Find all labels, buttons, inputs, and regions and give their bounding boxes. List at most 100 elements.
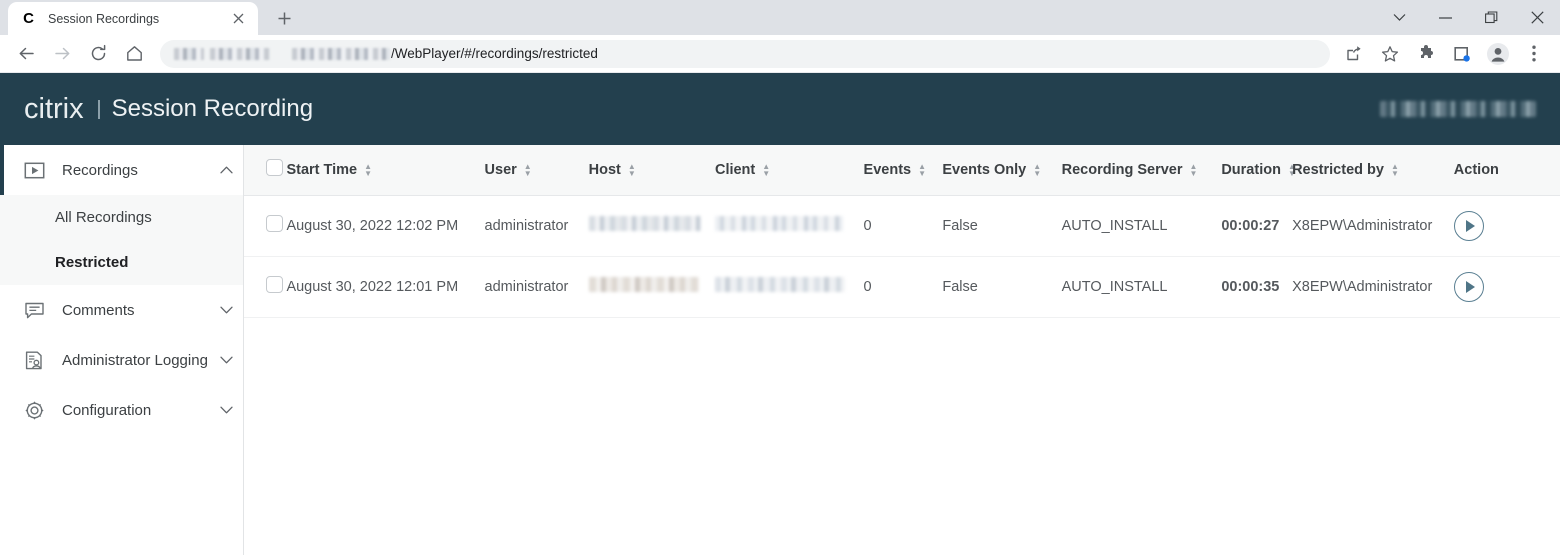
select-all-checkbox[interactable] [266, 159, 283, 177]
row-checkbox-cell [244, 195, 287, 257]
column-host-label: Host [588, 161, 621, 178]
gear-icon [24, 400, 50, 421]
sidebar-item-all-recordings[interactable]: All Recordings [0, 195, 243, 240]
sort-arrows-icon[interactable]: ▲ ▼ [1033, 162, 1041, 177]
column-events-label: Events [863, 161, 912, 178]
sidebar-item-administrator-logging-label: Administrator Logging [62, 351, 208, 369]
sidebar-item-restricted[interactable]: Restricted [0, 240, 243, 285]
row-checkbox[interactable] [266, 215, 283, 232]
tab-strip: C Session Recordings [0, 0, 1560, 35]
column-client[interactable]: Client ▲ ▼ [714, 145, 864, 196]
table-header: Start Time ▲ ▼ User ▲ ▼ Host ▲ ▼ Client … [244, 145, 1560, 196]
extensions-puzzle-icon[interactable] [1411, 39, 1441, 69]
browser-tab[interactable]: C Session Recordings [8, 2, 258, 35]
column-events-only-label: Events Only [942, 161, 1027, 178]
table-header-row: Start Time ▲ ▼ User ▲ ▼ Host ▲ ▼ Client … [244, 145, 1560, 196]
play-icon[interactable] [1453, 271, 1484, 302]
tab-search-chevron-down-icon[interactable] [1376, 0, 1422, 35]
bookmark-star-icon[interactable] [1375, 39, 1405, 69]
cell-restricted-by: X8EPW\Administrator [1292, 256, 1454, 318]
sidebar-item-restricted-label: Restricted [55, 254, 129, 271]
sidebar: Recordings All Recordings Restricted Com… [0, 145, 244, 555]
reload-icon[interactable] [83, 39, 113, 69]
column-events[interactable]: Events ▲ ▼ [863, 145, 943, 196]
sidebar-item-recordings-label: Recordings [62, 161, 138, 179]
brand: citrix Session Recording [0, 93, 420, 126]
cell-recording-server: AUTO_INSTALL [1061, 195, 1222, 257]
host-redacted-block [588, 277, 699, 292]
sort-arrows-icon[interactable]: ▲ ▼ [364, 162, 372, 177]
minimize-icon[interactable] [1422, 0, 1468, 35]
sidebar-item-comments[interactable]: Comments [0, 285, 243, 335]
new-tab-button[interactable] [270, 4, 298, 32]
chevron-down-icon[interactable] [209, 306, 243, 314]
url-redacted-host-part2 [210, 47, 270, 60]
sidebar-item-comments-label: Comments [62, 301, 135, 319]
address-bar[interactable]: /WebPlayer/#/recordings/restricted [160, 39, 1330, 68]
more-vertical-icon[interactable] [1519, 39, 1549, 69]
table-row[interactable]: August 30, 2022 12:01 PM administrator 0… [244, 256, 1560, 318]
column-events-only[interactable]: Events Only ▲ ▼ [942, 145, 1062, 196]
column-restricted-by[interactable]: Restricted by ▲ ▼ [1292, 145, 1454, 196]
cell-events: 0 [863, 195, 943, 257]
client-redacted-block [714, 277, 845, 292]
row-checkbox-cell [244, 256, 287, 318]
comment-bubble-icon [24, 300, 50, 321]
sidebar-item-recordings[interactable]: Recordings [0, 145, 243, 195]
column-action-label: Action [1453, 161, 1499, 178]
sort-arrows-icon[interactable]: ▲ ▼ [1391, 162, 1399, 177]
play-icon[interactable] [1453, 210, 1484, 241]
window-close-icon[interactable] [1514, 0, 1560, 35]
column-host[interactable]: Host ▲ ▼ [588, 145, 715, 196]
column-restricted-by-label: Restricted by [1292, 161, 1384, 178]
column-client-label: Client [714, 161, 756, 178]
column-user[interactable]: User ▲ ▼ [484, 145, 589, 196]
sort-arrows-icon[interactable]: ▲ ▼ [762, 162, 770, 177]
home-icon[interactable] [119, 39, 149, 69]
sidebar-item-configuration[interactable]: Configuration [0, 385, 243, 435]
sort-arrows-icon[interactable]: ▲ ▼ [1190, 162, 1198, 177]
recordings-play-icon [24, 160, 50, 181]
cell-duration: 00:00:35 [1221, 256, 1293, 318]
user-account-label-redacted[interactable] [1380, 101, 1536, 117]
column-recording-server[interactable]: Recording Server ▲ ▼ [1061, 145, 1222, 196]
column-action: Action [1453, 145, 1560, 196]
row-checkbox[interactable] [266, 276, 283, 293]
cell-user: administrator [484, 195, 589, 257]
restore-icon[interactable] [1468, 0, 1514, 35]
back-arrow-icon[interactable] [11, 39, 41, 69]
toolbar-icons [1336, 39, 1552, 69]
sort-arrows-icon[interactable]: ▲ ▼ [524, 162, 532, 177]
sidebar-item-administrator-logging[interactable]: Administrator Logging [0, 335, 243, 385]
sidebar-item-all-recordings-label: All Recordings [55, 209, 152, 226]
close-icon[interactable] [228, 9, 248, 29]
column-start-time[interactable]: Start Time ▲ ▼ [286, 145, 485, 196]
chevron-down-icon[interactable] [209, 406, 243, 414]
share-icon[interactable] [1339, 39, 1369, 69]
cell-host-redacted [588, 195, 715, 257]
citrix-logo: citrix [24, 92, 84, 125]
app-body: Recordings All Recordings Restricted Com… [0, 145, 1560, 555]
sort-arrows-icon[interactable]: ▲ ▼ [918, 162, 926, 177]
app-header: citrix Session Recording [0, 73, 1560, 210]
window-controls [1376, 0, 1560, 35]
collections-icon[interactable] [1447, 39, 1477, 69]
url-redacted-host-part3 [292, 47, 390, 60]
select-all-cell [244, 145, 287, 196]
chevron-up-icon[interactable] [209, 166, 243, 174]
column-duration[interactable]: Duration ▲ ▼ [1221, 145, 1296, 196]
sort-arrows-icon[interactable]: ▲ ▼ [628, 162, 636, 177]
cell-start-time: August 30, 2022 12:02 PM [286, 195, 485, 257]
chevron-down-icon[interactable] [209, 356, 243, 364]
column-recording-server-label: Recording Server [1061, 161, 1183, 178]
cell-client-redacted [714, 195, 864, 257]
column-start-time-label: Start Time [286, 161, 358, 178]
column-duration-label: Duration [1221, 161, 1281, 178]
admin-logging-icon [24, 350, 50, 371]
recordings-table: Start Time ▲ ▼ User ▲ ▼ Host ▲ ▼ Client … [244, 145, 1560, 318]
browser-window: C Session Recordings /WebPlayer/#/record… [0, 0, 1560, 555]
cell-start-time: August 30, 2022 12:01 PM [286, 256, 485, 318]
brand-separator [97, 99, 100, 119]
table-row[interactable]: August 30, 2022 12:02 PM administrator 0… [244, 195, 1560, 257]
profile-avatar-icon[interactable] [1483, 39, 1513, 69]
